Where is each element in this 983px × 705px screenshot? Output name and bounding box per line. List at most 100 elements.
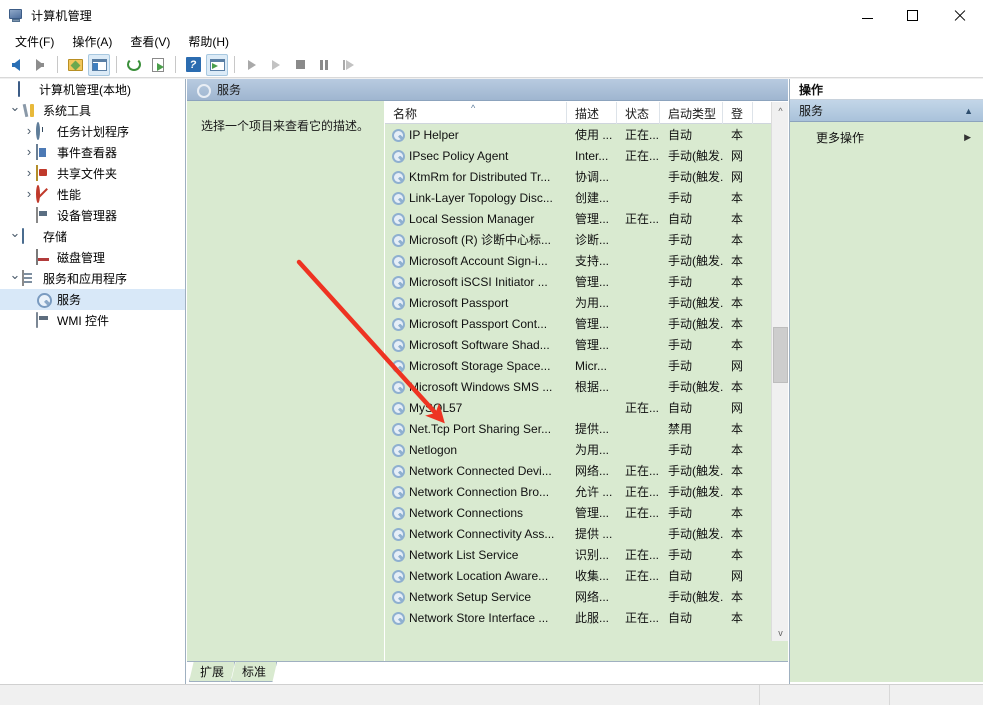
cell-description: Micr... xyxy=(575,358,607,373)
vertical-scroll-thumb[interactable] xyxy=(773,327,788,383)
view-tabs: 扩展 标准 xyxy=(187,661,788,684)
export-list-icon[interactable] xyxy=(147,54,169,76)
menu-file[interactable]: 文件(F) xyxy=(6,31,63,52)
table-row[interactable]: Network Connection Bro... 允许 ... 正在... 手动(触… xyxy=(385,481,771,502)
services-apps-icon xyxy=(22,269,38,287)
start-service-icon[interactable] xyxy=(241,54,263,76)
column-startup-type[interactable]: 启动类型 xyxy=(660,102,723,124)
table-row[interactable]: Microsoft (R) 诊断中心标... 诊断... 手动 本 xyxy=(385,229,771,250)
tab-standard[interactable]: 标准 xyxy=(231,662,278,682)
table-row[interactable]: Microsoft Windows SMS ... 根据... 手动(触发... 本 xyxy=(385,376,771,397)
tree-task-scheduler[interactable]: 任务计划程序 xyxy=(0,121,185,142)
service-gear-icon xyxy=(391,170,405,184)
tree-shared-folders[interactable]: 共享文件夹 xyxy=(0,163,185,184)
toolbar-separator xyxy=(234,56,235,73)
refresh-icon[interactable] xyxy=(123,54,145,76)
table-row[interactable]: Network List Service 识别... 正在... 手动 本 xyxy=(385,544,771,565)
maximize-button[interactable] xyxy=(890,0,935,30)
help-icon[interactable]: ? xyxy=(182,54,204,76)
close-button[interactable] xyxy=(935,0,983,30)
forward-icon[interactable] xyxy=(29,54,51,76)
tab-extended[interactable]: 扩展 xyxy=(189,662,236,682)
expander-icon[interactable] xyxy=(8,267,22,290)
service-gear-icon xyxy=(391,611,405,625)
show-action-pane-icon[interactable] xyxy=(206,53,228,76)
table-row[interactable]: IPsec Policy Agent Inter... 正在... 手动(触发... 网 xyxy=(385,145,771,166)
tree-label: WMI 控件 xyxy=(57,314,109,328)
table-row[interactable]: Net.Tcp Port Sharing Ser... 提供... 禁用 本 xyxy=(385,418,771,439)
services-vertical-scrollbar[interactable]: ^ v xyxy=(771,102,788,641)
tree-services[interactable]: 服务 xyxy=(0,289,185,310)
actions-group-label: 服务 xyxy=(799,104,824,118)
cell-startup-type: 手动(触发... xyxy=(668,590,723,604)
pause-service-icon[interactable] xyxy=(313,54,335,76)
resume-service-icon[interactable] xyxy=(265,54,287,76)
column-name[interactable]: 名称 ^ xyxy=(385,102,567,124)
table-row[interactable]: Network Connections 管理... 正在... 手动 本 xyxy=(385,502,771,523)
table-row[interactable]: Microsoft Software Shad... 管理... 手动 本 xyxy=(385,334,771,355)
back-icon[interactable] xyxy=(5,54,27,76)
menu-view[interactable]: 查看(V) xyxy=(121,31,179,52)
expander-icon[interactable] xyxy=(8,99,22,122)
expander-icon[interactable] xyxy=(8,225,22,248)
restart-service-icon[interactable] xyxy=(337,54,359,76)
tree-services-and-applications[interactable]: 服务和应用程序 xyxy=(0,268,185,289)
cell-service-name: Local Session Manager xyxy=(385,212,567,226)
actions-group-services[interactable]: 服务 ▲ xyxy=(790,100,983,122)
collapse-caret-icon[interactable]: ▲ xyxy=(964,106,973,116)
expander-icon[interactable] xyxy=(22,183,36,206)
table-row[interactable]: IP Helper 使用 ... 正在... 自动 本 xyxy=(385,124,771,145)
cell-startup-type: 手动 xyxy=(668,443,693,457)
show-hide-tree-icon[interactable] xyxy=(88,53,110,76)
table-row[interactable]: Microsoft Passport Cont... 管理... 手动(触发... 本 xyxy=(385,313,771,334)
table-row[interactable]: Link-Layer Topology Disc... 创建... 手动 本 xyxy=(385,187,771,208)
table-row[interactable]: Network Store Interface ... 此服... 正在... 自动 本 xyxy=(385,607,771,628)
table-row[interactable]: Netlogon 为用... 手动 本 xyxy=(385,439,771,460)
tree-system-tools[interactable]: 系统工具 xyxy=(0,100,185,121)
cell-startup-type: 手动(触发... xyxy=(668,317,723,331)
tree-computer-management-local[interactable]: 计算机管理(本地) xyxy=(0,79,185,100)
expander-icon[interactable] xyxy=(22,162,36,185)
service-description-hint: 选择一个项目来查看它的描述。 xyxy=(201,119,370,133)
cell-log-on-as: 本 xyxy=(731,527,744,541)
action-more-actions[interactable]: 更多操作 ▶ xyxy=(790,126,983,148)
menu-action[interactable]: 操作(A) xyxy=(63,31,121,52)
cell-startup-type: 手动(触发... xyxy=(668,254,723,268)
tree-storage[interactable]: 存储 xyxy=(0,226,185,247)
column-log-on-as[interactable]: 登 xyxy=(723,102,753,124)
tree-device-manager[interactable]: 设备管理器 xyxy=(0,205,185,226)
cell-description: 管理... xyxy=(575,275,610,289)
scroll-down-button[interactable]: v xyxy=(772,624,788,641)
tree-disk-management[interactable]: 磁盘管理 xyxy=(0,247,185,268)
table-row[interactable]: Microsoft Account Sign-i... 支持... 手动(触发...… xyxy=(385,250,771,271)
table-row[interactable]: Network Connected Devi... 网络... 正在... 手动(触发… xyxy=(385,460,771,481)
services-column-headers: 名称 ^ 描述 状态 启动类型 登 xyxy=(385,102,771,124)
table-row[interactable]: MySQL57 正在... 自动 网 xyxy=(385,397,771,418)
scroll-up-button[interactable]: ^ xyxy=(772,102,788,119)
table-row[interactable]: Microsoft Storage Space... Micr... 手动 网 xyxy=(385,355,771,376)
toolbar: ? xyxy=(0,52,983,78)
minimize-button[interactable] xyxy=(845,0,890,30)
column-status[interactable]: 状态 xyxy=(617,102,660,124)
up-folder-icon[interactable] xyxy=(64,54,86,76)
column-header-label: 登 xyxy=(731,106,744,121)
tree-wmi-control[interactable]: WMI 控件 xyxy=(0,310,185,331)
table-row[interactable]: Network Location Aware... 收集... 正在... 自动 网 xyxy=(385,565,771,586)
table-row[interactable]: Network Setup Service 网络... 手动(触发... 本 xyxy=(385,586,771,607)
cell-log-on-as: 本 xyxy=(731,380,744,394)
expander-icon[interactable] xyxy=(22,120,36,143)
stop-service-icon[interactable] xyxy=(289,54,311,76)
expander-icon[interactable] xyxy=(22,141,36,164)
menu-help[interactable]: 帮助(H) xyxy=(179,31,238,52)
table-row[interactable]: KtmRm for Distributed Tr... 协调... 手动(触发...… xyxy=(385,166,771,187)
table-row[interactable]: Microsoft iSCSI Initiator ... 管理... 手动 本 xyxy=(385,271,771,292)
service-gear-icon xyxy=(391,590,405,604)
table-row[interactable]: Local Session Manager 管理... 正在... 自动 本 xyxy=(385,208,771,229)
tree-performance[interactable]: 性能 xyxy=(0,184,185,205)
table-row[interactable]: Microsoft Passport 为用... 手动(触发... 本 xyxy=(385,292,771,313)
tree-label: 共享文件夹 xyxy=(57,167,118,181)
column-description[interactable]: 描述 xyxy=(567,102,617,124)
service-gear-icon xyxy=(391,233,405,247)
table-row[interactable]: Network Connectivity Ass... 提供 ... 手动(触发..… xyxy=(385,523,771,544)
tree-event-viewer[interactable]: 事件查看器 xyxy=(0,142,185,163)
